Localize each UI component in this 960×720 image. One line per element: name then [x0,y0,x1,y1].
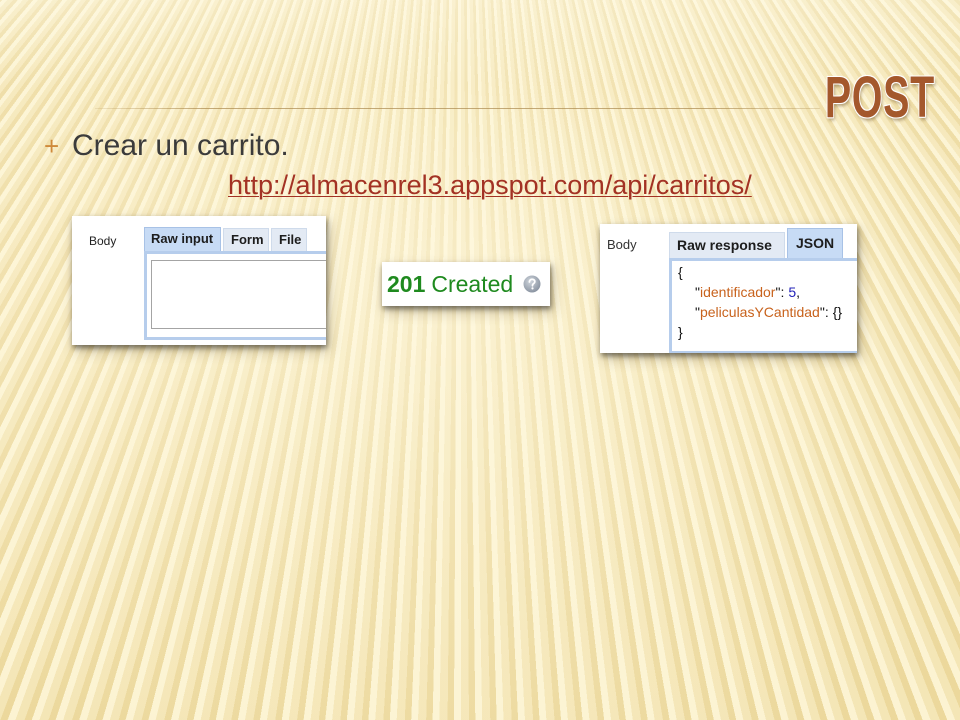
json-colon: : [824,304,829,320]
status-code: 201 [387,270,426,297]
json-comma: , [796,284,801,300]
tab-json[interactable]: JSON [787,228,843,258]
json-value: 5 [788,284,797,300]
json-key: peliculasYCantidad [699,304,820,320]
slide-title: POST [824,65,935,130]
help-icon[interactable] [523,275,541,293]
tab-raw-response[interactable]: Raw response [669,232,785,258]
status-screenshot: 201 Created [382,262,550,306]
tab-form[interactable]: Form [223,228,269,251]
bullet-text: Crear un carrito. [72,129,289,162]
json-entry: " identificador ":5, [678,282,842,302]
json-colon: : [780,284,785,300]
json-open-brace: { [678,264,683,280]
api-url-link[interactable]: http://almacenrel3.appspot.com/api/carri… [228,172,752,199]
raw-input-textarea[interactable] [151,260,326,329]
tab-file[interactable]: File [271,228,307,251]
status-line: 201 Created [387,262,513,306]
body-label: Body [89,234,117,248]
slide: POST + Crear un carrito. http://almacenr… [0,0,960,720]
bullet-marker: + [44,131,60,161]
status-text: Created [431,270,514,297]
body-label: Body [607,237,637,252]
json-close-brace: } [678,324,683,340]
response-body-screenshot: Body Raw response JSON { " identificador "… [600,224,857,353]
request-body-screenshot: Body Raw input Form File [72,216,326,345]
json-key: identificador [699,284,776,300]
tab-raw-input[interactable]: Raw input [144,227,221,251]
title-divider [95,108,820,109]
json-entry: " peliculasYCantidad ":{} [678,302,842,322]
json-value: {} [832,304,843,320]
json-view: { " identificador ":5, " peliculasYCantidad… [678,262,842,342]
